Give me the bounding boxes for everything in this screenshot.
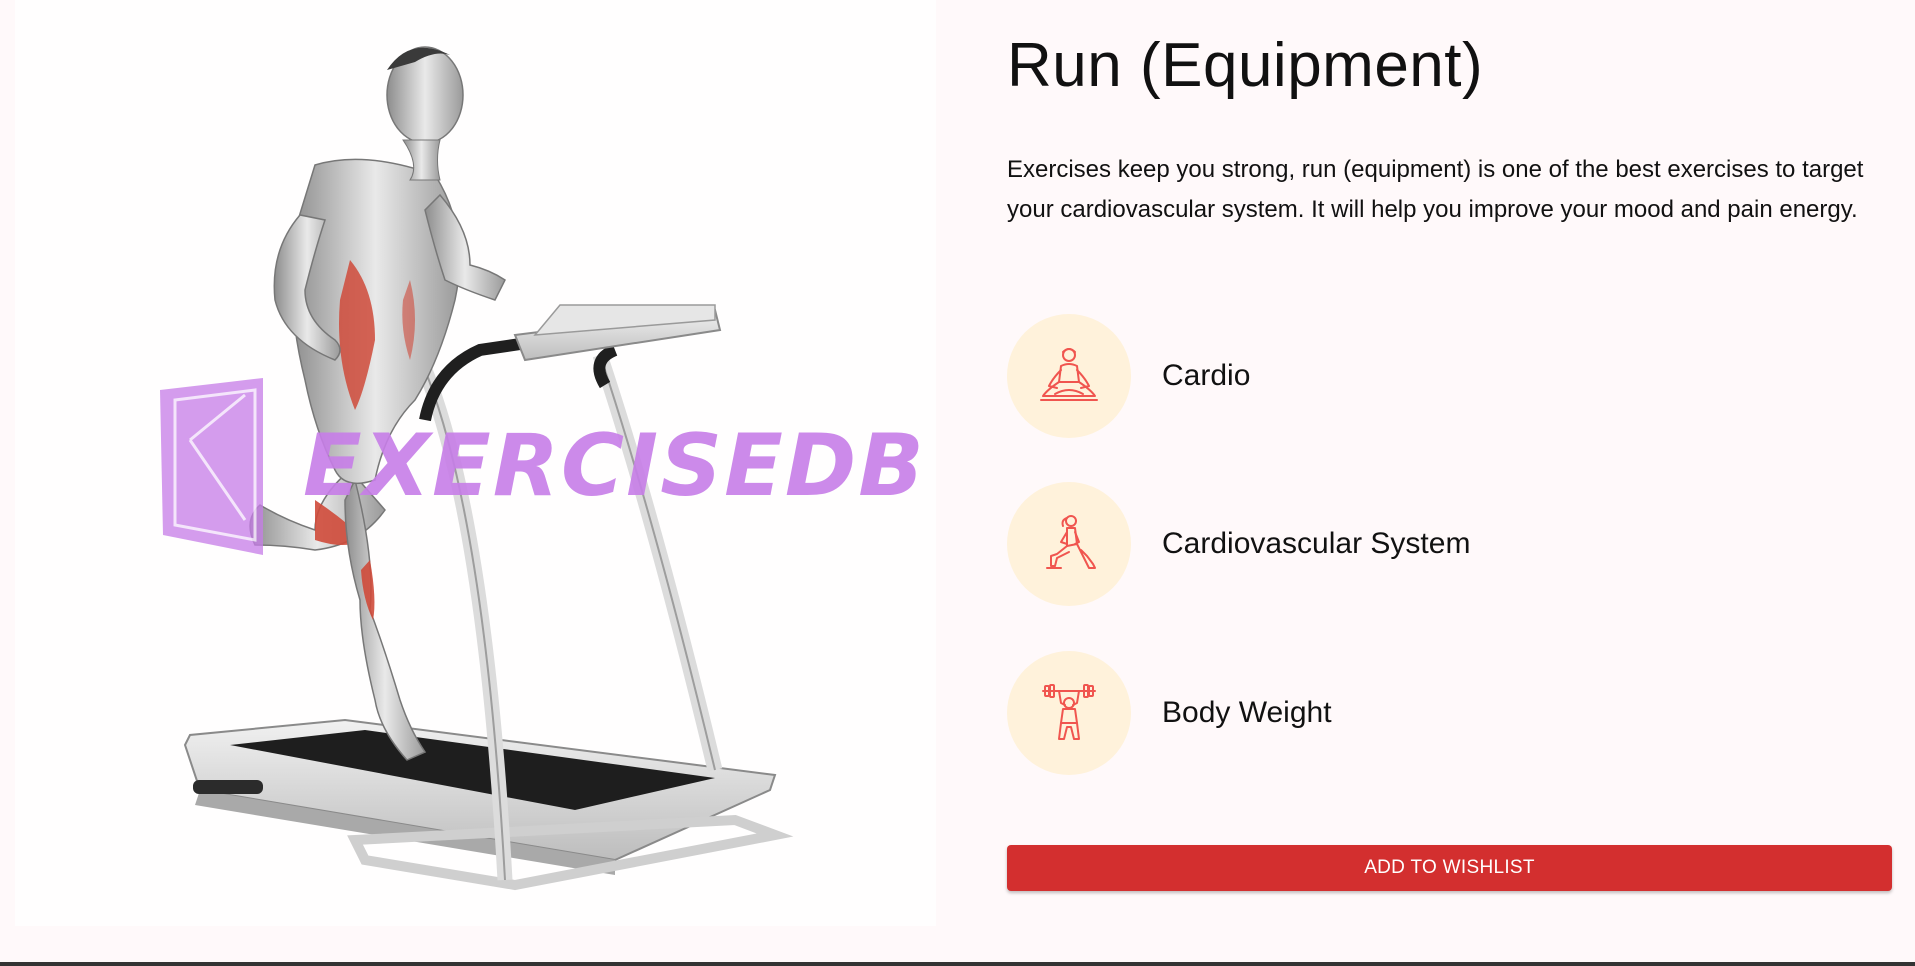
tag-label: Cardiovascular System — [1162, 527, 1471, 560]
exercise-gif: EXERCISEDB — [15, 0, 936, 926]
treadmill — [183, 304, 794, 891]
add-to-wishlist-button[interactable]: ADD TO WISHLIST — [1007, 845, 1892, 891]
tag-body-part: Cardio — [1007, 314, 1250, 438]
svg-text:EXERCISEDB: EXERCISEDB — [303, 416, 926, 516]
treadmill-runner-illustration: EXERCISEDB — [160, 46, 926, 891]
exercise-title: Run (Equipment) — [1007, 31, 1484, 100]
weightlifter-icon — [1042, 684, 1096, 740]
tag-icon-circle — [1007, 314, 1131, 438]
tag-target: Cardiovascular System — [1007, 482, 1470, 606]
meditation-icon — [1040, 348, 1098, 401]
tag-icon-circle — [1007, 482, 1131, 606]
tag-icon-circle — [1007, 651, 1131, 775]
lunge-icon — [1046, 515, 1096, 569]
tag-equipment: Body Weight — [1007, 651, 1332, 775]
tag-label: Cardio — [1162, 359, 1251, 392]
exercise-description: Exercises keep you strong, run (equipmen… — [1007, 156, 1864, 223]
tag-label: Body Weight — [1162, 696, 1332, 729]
page-divider — [0, 962, 1915, 966]
runner-figure — [249, 46, 506, 761]
